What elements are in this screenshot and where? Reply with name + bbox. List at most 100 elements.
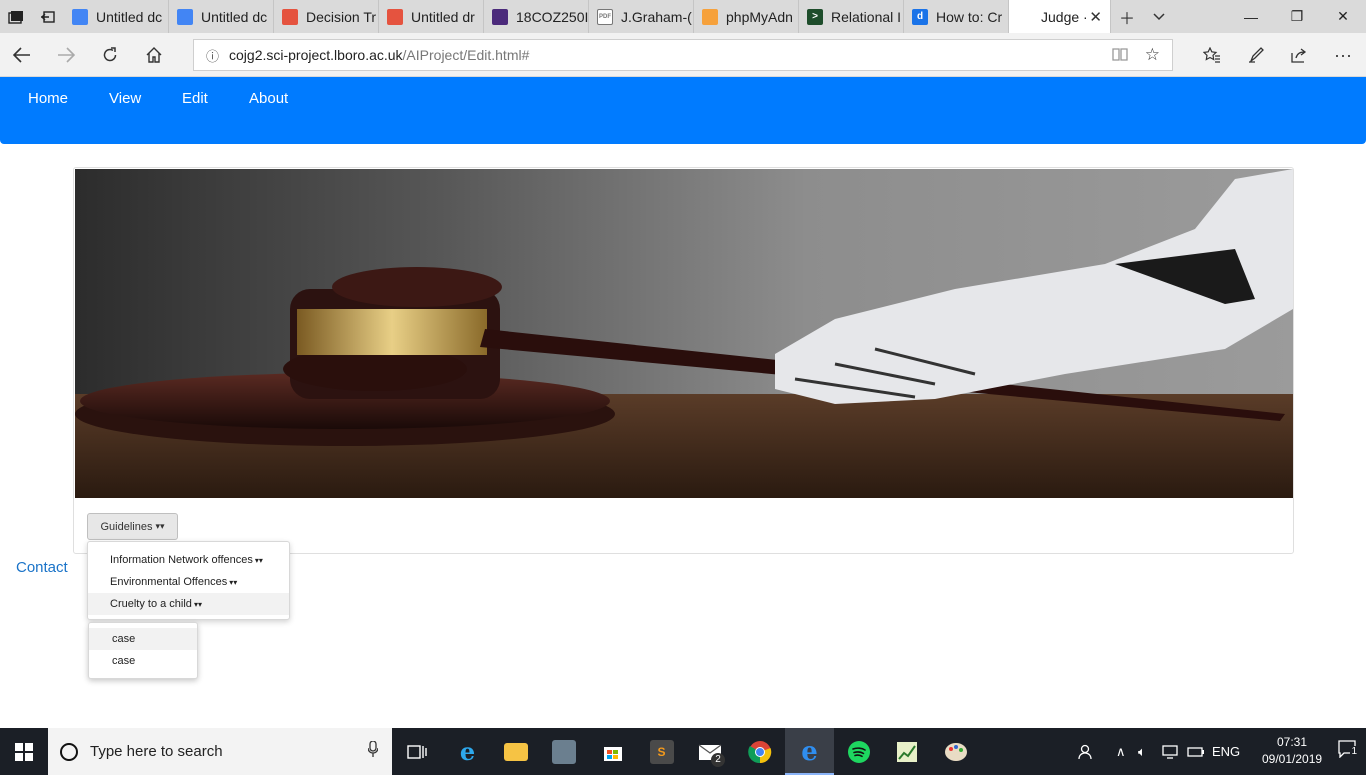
content-card: Guidelines ▾▾ (73, 167, 1294, 554)
taskbar-clock[interactable]: 07:31 09/01/2019 (1262, 734, 1322, 768)
mail-icon[interactable]: 2 (686, 728, 735, 775)
tab-title: phpMyAdn (726, 8, 793, 25)
browser-tab[interactable]: > Relational I (799, 0, 904, 33)
share-icon[interactable] (1283, 39, 1315, 71)
browser-tab[interactable]: Judge · ✕ (1009, 0, 1111, 33)
mail-badge: 2 (711, 753, 725, 767)
tab-title: Judge · (1041, 8, 1088, 25)
browser-tab[interactable]: PDF J.Graham-( (589, 0, 694, 33)
sublime-text-icon[interactable]: S (637, 728, 686, 775)
chrome-icon[interactable] (735, 728, 784, 775)
show-hidden-icons-chevron-icon[interactable]: ∧ (1116, 728, 1126, 775)
browser-tab[interactable]: Untitled dr (379, 0, 484, 33)
nav-view-link[interactable]: View (109, 90, 141, 107)
pdf-icon: PDF (597, 8, 613, 25)
cortana-icon (60, 742, 78, 761)
forward-icon[interactable] (50, 39, 82, 71)
tab-title: Decision Tr (306, 8, 377, 25)
university-shield-icon (492, 8, 508, 25)
favorites-icon[interactable] (1196, 39, 1228, 71)
internet-explorer-icon[interactable]: e (443, 728, 492, 775)
tab-title: 18COZ250I (516, 8, 589, 25)
more-options-icon[interactable]: ··· (1327, 39, 1359, 71)
task-view-icon[interactable] (392, 728, 441, 775)
browser-tab[interactable]: Untitled dc (64, 0, 169, 33)
tab-title: Untitled dr (411, 8, 475, 25)
caret-down-icon: ▾▾ (229, 577, 238, 587)
menu-item-label: Environmental Offences (110, 576, 228, 588)
browser-tab-bar: Untitled dc Untitled dc Decision Tr Untitle… (0, 0, 1366, 33)
tab-title: Relational I (831, 8, 902, 25)
language-indicator[interactable]: ENG (1212, 728, 1240, 775)
paint-icon[interactable] (931, 728, 980, 775)
minimize-button[interactable]: — (1228, 0, 1274, 33)
edge-icon[interactable]: e (785, 728, 834, 775)
caret-down-icon: ▾▾ (193, 599, 202, 609)
chart-app-icon[interactable] (882, 728, 931, 775)
guidelines-dropdown-button[interactable]: Guidelines ▾▾ (87, 513, 178, 540)
url-path: /AIProject/Edit.html# (402, 47, 530, 63)
volume-icon[interactable]: 🔈︎ (1138, 728, 1146, 775)
windows-start-icon[interactable] (0, 728, 48, 775)
nav-edit-link[interactable]: Edit (182, 90, 208, 107)
contact-link[interactable]: Contact (16, 559, 68, 576)
guidelines-label: Guidelines (100, 520, 153, 533)
close-tab-icon[interactable]: ✕ (1089, 8, 1102, 26)
set-aside-tabs-icon[interactable] (32, 0, 64, 33)
hero-image-gavel-robot-hand (75, 169, 1293, 498)
tab-title: Untitled dc (96, 8, 163, 25)
menu-item-information-network-offences[interactable]: Information Network offences ▾▾ (88, 549, 289, 571)
spotify-icon[interactable] (834, 728, 883, 775)
favorite-star-icon[interactable]: ☆ (1145, 45, 1160, 65)
case-submenu: case case (88, 622, 198, 679)
site-info-icon[interactable]: ⓘ (206, 46, 219, 65)
draw-io-icon (387, 8, 403, 25)
browser-tab[interactable]: d How to: Cr (904, 0, 1009, 33)
browser-tab[interactable]: Untitled dc (169, 0, 274, 33)
people-icon[interactable] (1078, 728, 1096, 775)
battery-icon[interactable] (1187, 728, 1205, 775)
menu-item-label: Cruelty to a child (110, 598, 192, 610)
nav-home-link[interactable]: Home (28, 90, 68, 107)
caret-down-icon: ▾▾ (155, 521, 165, 531)
network-icon[interactable] (1162, 728, 1180, 775)
menu-item-label: Information Network offences (110, 554, 253, 566)
close-window-button[interactable]: ✕ (1320, 0, 1366, 33)
caret-down-icon: ▾▾ (254, 555, 263, 565)
file-explorer-icon[interactable] (491, 728, 540, 775)
notification-count: 1 (1350, 746, 1358, 757)
action-center-icon[interactable]: 1 (1338, 740, 1358, 763)
google-docs-icon (177, 8, 193, 25)
menu-item-cruelty-to-a-child[interactable]: Cruelty to a child ▾▾ (88, 593, 289, 615)
search-placeholder: Type here to search (90, 743, 223, 760)
clock-date: 09/01/2019 (1262, 752, 1323, 766)
browser-tab[interactable]: phpMyAdn (694, 0, 799, 33)
refresh-icon[interactable] (94, 39, 126, 71)
tab-title: Untitled dc (201, 8, 268, 25)
microphone-icon[interactable] (367, 740, 379, 761)
tab-title: J.Graham-( (621, 8, 692, 25)
tab-preview-chevron-icon[interactable] (1143, 0, 1175, 33)
tab-actions-icon[interactable] (0, 0, 32, 33)
browser-toolbar: ⓘ cojg2.sci-project.lboro.ac.uk/AIProjec… (0, 33, 1366, 77)
taskbar-search-box[interactable]: Type here to search (48, 728, 392, 775)
store-icon[interactable] (588, 728, 637, 775)
dictionary-icon: d (912, 8, 928, 25)
nav-about-link[interactable]: About (249, 90, 288, 107)
reading-view-icon[interactable] (1112, 47, 1128, 64)
phpmyadmin-icon (702, 8, 718, 25)
case-item[interactable]: case (89, 628, 197, 650)
windows-taskbar: Type here to search e S 2 e ∧ 🔈︎ ENG 07:… (0, 728, 1366, 775)
browser-tab[interactable]: Decision Tr (274, 0, 379, 33)
browser-tab[interactable]: 18COZ250I (484, 0, 589, 33)
address-bar[interactable]: ⓘ cojg2.sci-project.lboro.ac.uk/AIProjec… (193, 39, 1173, 71)
restore-button[interactable]: ❐ (1274, 0, 1320, 33)
network-app-icon[interactable] (539, 728, 588, 775)
back-icon[interactable] (6, 39, 38, 71)
guidelines-dropdown-menu: Information Network offences ▾▾ Environm… (87, 541, 290, 620)
case-item[interactable]: case (89, 650, 197, 672)
menu-item-environmental-offences[interactable]: Environmental Offences ▾▾ (88, 571, 289, 593)
home-icon[interactable] (138, 39, 170, 71)
new-tab-button[interactable]: ＋ (1111, 0, 1143, 33)
web-notes-icon[interactable] (1240, 39, 1272, 71)
